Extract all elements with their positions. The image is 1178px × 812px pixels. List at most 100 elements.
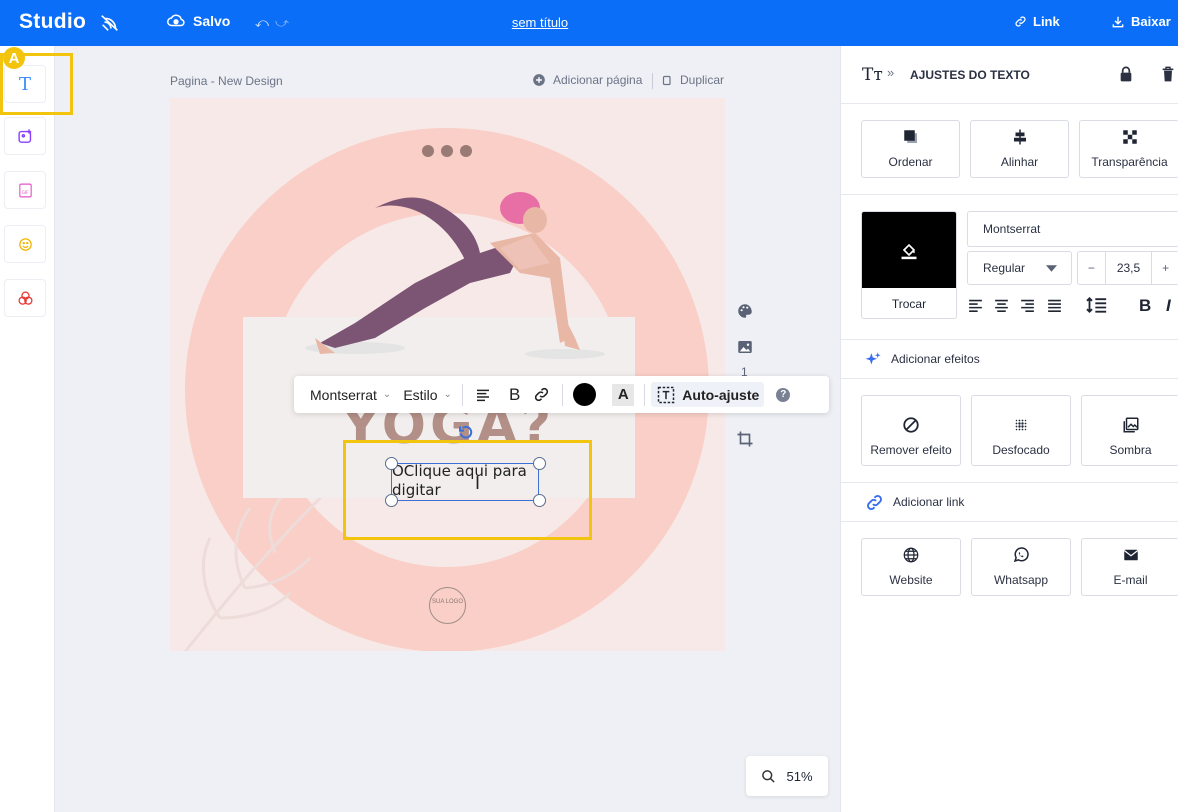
add-effects-header[interactable]: Adicionar efeitos [841, 340, 1178, 378]
app-logo[interactable]: Studio [19, 10, 86, 34]
chevron-down-icon: ⌄ [382, 389, 392, 400]
sparkle-icon [865, 351, 881, 364]
transparency-button[interactable]: Transparência [1079, 120, 1178, 178]
link-button[interactable]: Link [1014, 14, 1060, 29]
email-link-button[interactable]: E-mail [1081, 538, 1178, 596]
line-height-icon[interactable] [1086, 295, 1108, 315]
left-toolbar: T GIF [0, 46, 55, 812]
redo-icon[interactable]: ⤻ [275, 15, 289, 31]
font-dropdown[interactable]: Montserrat ⌄ [310, 387, 391, 403]
chevrons-right-icon: » [887, 65, 895, 80]
checkerboard-icon [1122, 130, 1137, 144]
bold-button[interactable]: B [1139, 296, 1151, 316]
sticker-tool-button[interactable] [4, 225, 46, 263]
order-button[interactable]: Ordenar [861, 120, 960, 178]
page-count: 1 [741, 365, 748, 379]
remove-effect-label: Remover efeito [870, 443, 952, 457]
bold-icon[interactable]: B [509, 385, 520, 405]
text-placeholder[interactable]: OClique aqui para digitar [392, 462, 552, 500]
align-left-icon[interactable] [475, 387, 491, 403]
resize-handle-top-right[interactable] [533, 457, 546, 470]
save-status[interactable]: Salvo [167, 13, 230, 29]
add-page-button[interactable]: Adicionar página [532, 73, 642, 87]
save-status-label: Salvo [193, 13, 231, 29]
italic-button[interactable]: I [1166, 296, 1171, 316]
autofit-button[interactable]: Auto-ajuste [651, 382, 765, 407]
font-size-stepper[interactable]: − 23,5 + [1077, 251, 1178, 285]
align-right-icon[interactable] [1019, 297, 1036, 314]
website-link-button[interactable]: Website [861, 538, 961, 596]
help-icon[interactable]: ? [776, 387, 791, 402]
align-button[interactable]: Alinhar [970, 120, 1069, 178]
color-swatch [862, 212, 956, 288]
font-size-value[interactable]: 23,5 [1106, 261, 1152, 275]
resize-handle-bottom-right[interactable] [533, 494, 546, 507]
add-link-header[interactable]: Adicionar link [841, 483, 1178, 521]
copy-icon [662, 75, 671, 85]
shapes-tool-button[interactable] [4, 279, 46, 317]
palette-icon[interactable] [736, 302, 754, 320]
toolbar-divider [644, 383, 646, 406]
dots-decoration [422, 145, 472, 157]
style-dropdown[interactable]: Estilo ⌄ [403, 387, 452, 403]
add-link-label: Adicionar link [893, 495, 965, 509]
decrease-size-button[interactable]: − [1078, 252, 1106, 284]
font-weight-select[interactable]: Regular [967, 251, 1072, 285]
zoom-control[interactable]: 51% [746, 756, 828, 796]
duplicate-label: Duplicar [680, 73, 725, 87]
remove-effect-button[interactable]: Remover efeito [861, 395, 961, 466]
download-button[interactable]: Baixar [1111, 14, 1171, 29]
envelope-icon [1123, 549, 1138, 561]
color-preview[interactable]: Trocar [861, 211, 957, 319]
blur-effect-button[interactable]: Desfocado [971, 395, 1071, 466]
panel-title: AJUSTES DO TEXTO [910, 68, 1030, 82]
caret-down-icon [1046, 264, 1057, 272]
paint-bucket-icon [901, 243, 917, 260]
swap-color-button[interactable]: Trocar [862, 288, 956, 318]
document-title[interactable]: sem título [470, 15, 610, 30]
cloud-sync-icon [167, 14, 185, 27]
lock-icon[interactable] [1119, 66, 1133, 82]
design-canvas[interactable]: YOGA? SUA LOGO [170, 98, 725, 651]
font-dropdown-label: Montserrat [310, 386, 377, 403]
image-tool-button[interactable] [4, 117, 46, 155]
gif-icon: GIF [18, 183, 32, 197]
link-icon[interactable] [533, 386, 550, 403]
align-justify-icon[interactable] [1046, 297, 1063, 314]
rotate-handle-icon[interactable] [458, 424, 474, 440]
text-format-toolbar: Montserrat ⌄ Estilo ⌄ B A Auto-ajuste ? [294, 376, 829, 413]
crop-icon[interactable] [736, 430, 754, 448]
yoga-woman-photo[interactable] [295, 178, 615, 368]
trash-icon[interactable] [1161, 66, 1175, 82]
gif-tool-button[interactable]: GIF [4, 171, 46, 209]
search-icon [762, 769, 776, 783]
prohibit-icon [903, 417, 919, 433]
undo-icon[interactable]: ⤺ [255, 15, 269, 31]
align-center-text-icon[interactable] [993, 297, 1010, 314]
resize-handle-bottom-left[interactable] [385, 494, 398, 507]
align-center-icon [1013, 129, 1026, 145]
shadow-effect-button[interactable]: Sombra [1081, 395, 1178, 466]
duplicate-button[interactable]: Duplicar [661, 73, 724, 87]
text-cursor-icon: I [475, 473, 481, 493]
font-family-select[interactable]: Montserrat [967, 211, 1178, 247]
add-page-label: Adicionar página [553, 73, 643, 87]
resize-handle-top-left[interactable] [385, 457, 398, 470]
blur-effect-label: Desfocado [992, 443, 1050, 457]
align-left-icon[interactable] [967, 297, 984, 314]
toolbar-divider [562, 383, 564, 406]
align-label: Alinhar [1000, 155, 1039, 169]
whatsapp-link-button[interactable]: Whatsapp [971, 538, 1071, 596]
email-label: E-mail [1113, 573, 1148, 587]
blur-icon [1015, 419, 1027, 431]
increase-size-button[interactable]: + [1151, 252, 1178, 284]
logo-placeholder[interactable]: SUA LOGO [429, 587, 466, 624]
order-label: Ordenar [888, 155, 933, 169]
text-background-icon[interactable]: A [612, 383, 635, 406]
link-icon [867, 494, 882, 510]
shadow-effect-label: Sombra [1109, 443, 1152, 457]
image-icon[interactable] [736, 338, 754, 356]
download-button-label: Baixar [1131, 14, 1171, 29]
link-button-label: Link [1033, 14, 1060, 29]
text-color-swatch[interactable] [573, 383, 597, 406]
